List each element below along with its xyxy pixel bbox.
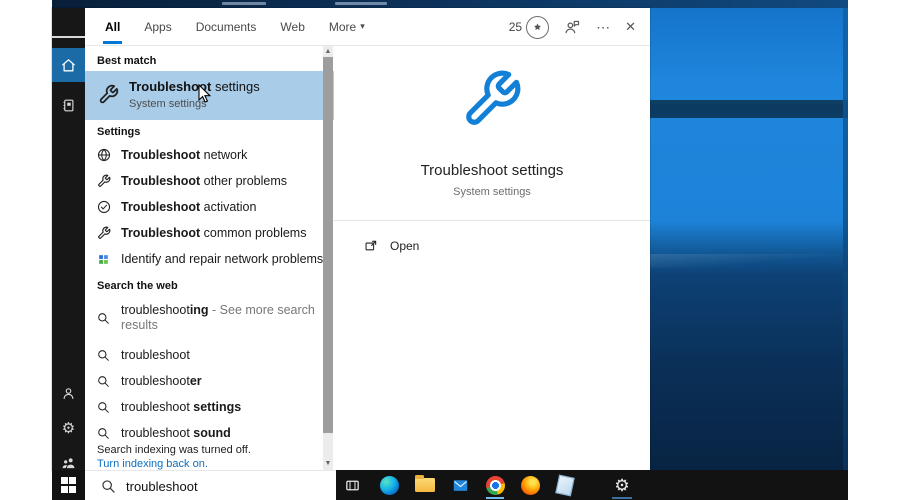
background-text-smudge [335, 2, 387, 5]
web-suggestion-troubleshoot[interactable]: troubleshoot › [85, 342, 356, 368]
settings-active-indicator [612, 497, 632, 499]
feedback-person-icon[interactable] [564, 19, 581, 36]
screenshot-root: ⚙ All Apps Documents Web More ▾ 25 ⋯ ✕ B… [0, 0, 900, 500]
person-icon [61, 386, 76, 401]
web-section-header: Search the web [97, 280, 178, 292]
settings-item-troubleshoot-common-problems[interactable]: Troubleshoot common problems › [85, 220, 356, 246]
open-window-icon [364, 239, 378, 253]
firefox-icon [520, 475, 540, 495]
tab-documents[interactable]: Documents [196, 8, 257, 45]
task-view-icon [344, 477, 361, 494]
people-icon [61, 455, 76, 470]
desktop-wallpaper [650, 8, 848, 470]
journal-icon [61, 98, 76, 113]
tab-apps[interactable]: Apps [144, 8, 171, 45]
search-query-text: troubleshoot [126, 478, 198, 494]
indexing-link[interactable]: Turn indexing back on. [97, 458, 208, 470]
task-view-button[interactable] [340, 473, 364, 497]
start-button[interactable] [52, 470, 85, 500]
notepad-button[interactable] [553, 473, 577, 497]
wrench-icon [98, 84, 119, 105]
mail-button[interactable] [448, 473, 472, 497]
edge-button[interactable] [377, 473, 401, 497]
best-match-item[interactable]: Troubleshoot settings System settings [85, 71, 356, 120]
rewards-count: 25 [508, 20, 523, 34]
preview-panel: Troubleshoot settings System settings Op… [334, 46, 650, 470]
tab-all[interactable]: All [102, 8, 123, 45]
tab-more[interactable]: More ▾ [329, 8, 365, 45]
best-match-subtitle: System settings [129, 98, 207, 110]
rewards-indicator[interactable]: 25 [508, 15, 550, 39]
wallpaper-right-edge [843, 8, 848, 470]
file-explorer-button[interactable] [413, 473, 437, 497]
close-icon[interactable]: ✕ [625, 19, 636, 35]
settings-item-troubleshoot-other-problems[interactable]: Troubleshoot other problems › [85, 168, 356, 194]
wrench-icon [97, 226, 112, 241]
search-flyout-window: ⚙ All Apps Documents Web More ▾ 25 ⋯ ✕ B… [52, 8, 650, 470]
check-circle-icon [97, 200, 112, 215]
windows-logo-icon [60, 477, 77, 493]
chevron-down-icon: ▾ [360, 21, 365, 31]
network-repair-icon [97, 252, 112, 267]
background-text-smudge [222, 2, 266, 5]
sidebar-item-journal[interactable] [52, 88, 85, 122]
search-sidebar: ⚙ [52, 8, 85, 470]
search-icon [101, 479, 116, 494]
sidebar-item-home[interactable] [52, 48, 85, 82]
mail-icon [451, 477, 470, 494]
gear-icon: ⚙ [61, 419, 76, 437]
settings-gear-icon: ⚙ [614, 475, 630, 495]
background-browser-strip [52, 0, 848, 8]
indexing-notice: Search indexing was turned off. [97, 444, 251, 456]
taskbar: troubleshoot ⚙ [52, 470, 848, 500]
results-scrollbar[interactable]: ▲ ▼ [323, 46, 333, 470]
settings-app-button[interactable]: ⚙ [610, 473, 634, 497]
home-icon [60, 57, 77, 74]
wallpaper-dark-band [650, 100, 848, 118]
search-icon [97, 311, 112, 326]
taskbar-search-box[interactable]: troubleshoot [85, 470, 336, 500]
sidebar-item-settings[interactable]: ⚙ [52, 411, 85, 445]
chrome-active-indicator [486, 497, 504, 499]
edge-icon [379, 475, 399, 495]
settings-item-identify-repair-network[interactable]: Identify and repair network problems › [85, 246, 356, 272]
scroll-up-icon[interactable]: ▲ [323, 47, 333, 57]
scroll-down-icon[interactable]: ▼ [323, 459, 333, 469]
wrench-icon-large [334, 68, 650, 130]
web-suggestion-troubleshooter[interactable]: troubleshooter › [85, 368, 356, 394]
rewards-medal-icon [526, 15, 550, 39]
search-icon [97, 400, 112, 415]
preview-subtitle: System settings [453, 186, 531, 198]
ellipsis-menu-icon[interactable]: ⋯ [596, 19, 610, 36]
wrench-icon [97, 174, 112, 189]
settings-item-troubleshoot-network[interactable]: Troubleshoot network › [85, 142, 356, 168]
search-icon [97, 374, 112, 389]
search-icon [97, 348, 112, 363]
web-suggestion-troubleshoot-settings[interactable]: troubleshoot settings › [85, 394, 356, 420]
firefox-button[interactable] [518, 473, 542, 497]
open-label: Open [390, 239, 420, 253]
notepad-icon [555, 474, 575, 496]
preview-title: Troubleshoot settings [420, 162, 564, 179]
web-suggestion-troubleshoot-sound[interactable]: troubleshoot sound › [85, 420, 356, 446]
chrome-button[interactable] [483, 473, 507, 497]
header-right-controls: 25 ⋯ ✕ [509, 8, 636, 46]
scrollbar-thumb[interactable] [323, 57, 333, 433]
file-explorer-icon [415, 475, 435, 492]
sidebar-item-account[interactable] [52, 376, 85, 410]
settings-section-header: Settings [97, 126, 141, 138]
tab-web[interactable]: Web [280, 8, 304, 45]
settings-item-troubleshoot-activation[interactable]: Troubleshoot activation › [85, 194, 356, 220]
best-match-header: Best match [97, 55, 157, 67]
web-suggestion-troubleshooting[interactable]: troubleshooting - See more search result… [85, 298, 356, 338]
preview-divider [334, 220, 650, 221]
chrome-icon [485, 475, 505, 495]
wallpaper-diagonal-light [650, 254, 848, 268]
search-filter-tabs: All Apps Documents Web More ▾ 25 ⋯ ✕ [85, 8, 650, 46]
search-icon [97, 426, 112, 441]
globe-wrench-icon [97, 148, 112, 163]
mouse-cursor [198, 84, 211, 104]
open-action[interactable]: Open [334, 232, 650, 260]
